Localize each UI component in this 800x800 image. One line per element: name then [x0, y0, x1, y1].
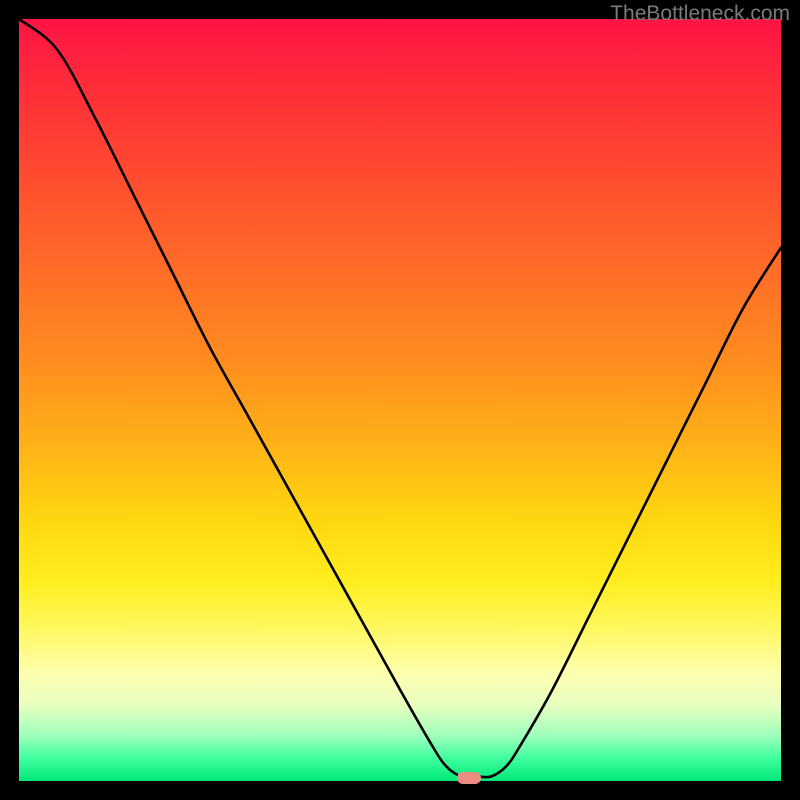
- chart-plot-area: [19, 19, 781, 781]
- bottleneck-chart: TheBottleneck.com: [0, 0, 800, 800]
- optimal-marker: [457, 772, 481, 784]
- watermark-text: TheBottleneck.com: [610, 2, 790, 26]
